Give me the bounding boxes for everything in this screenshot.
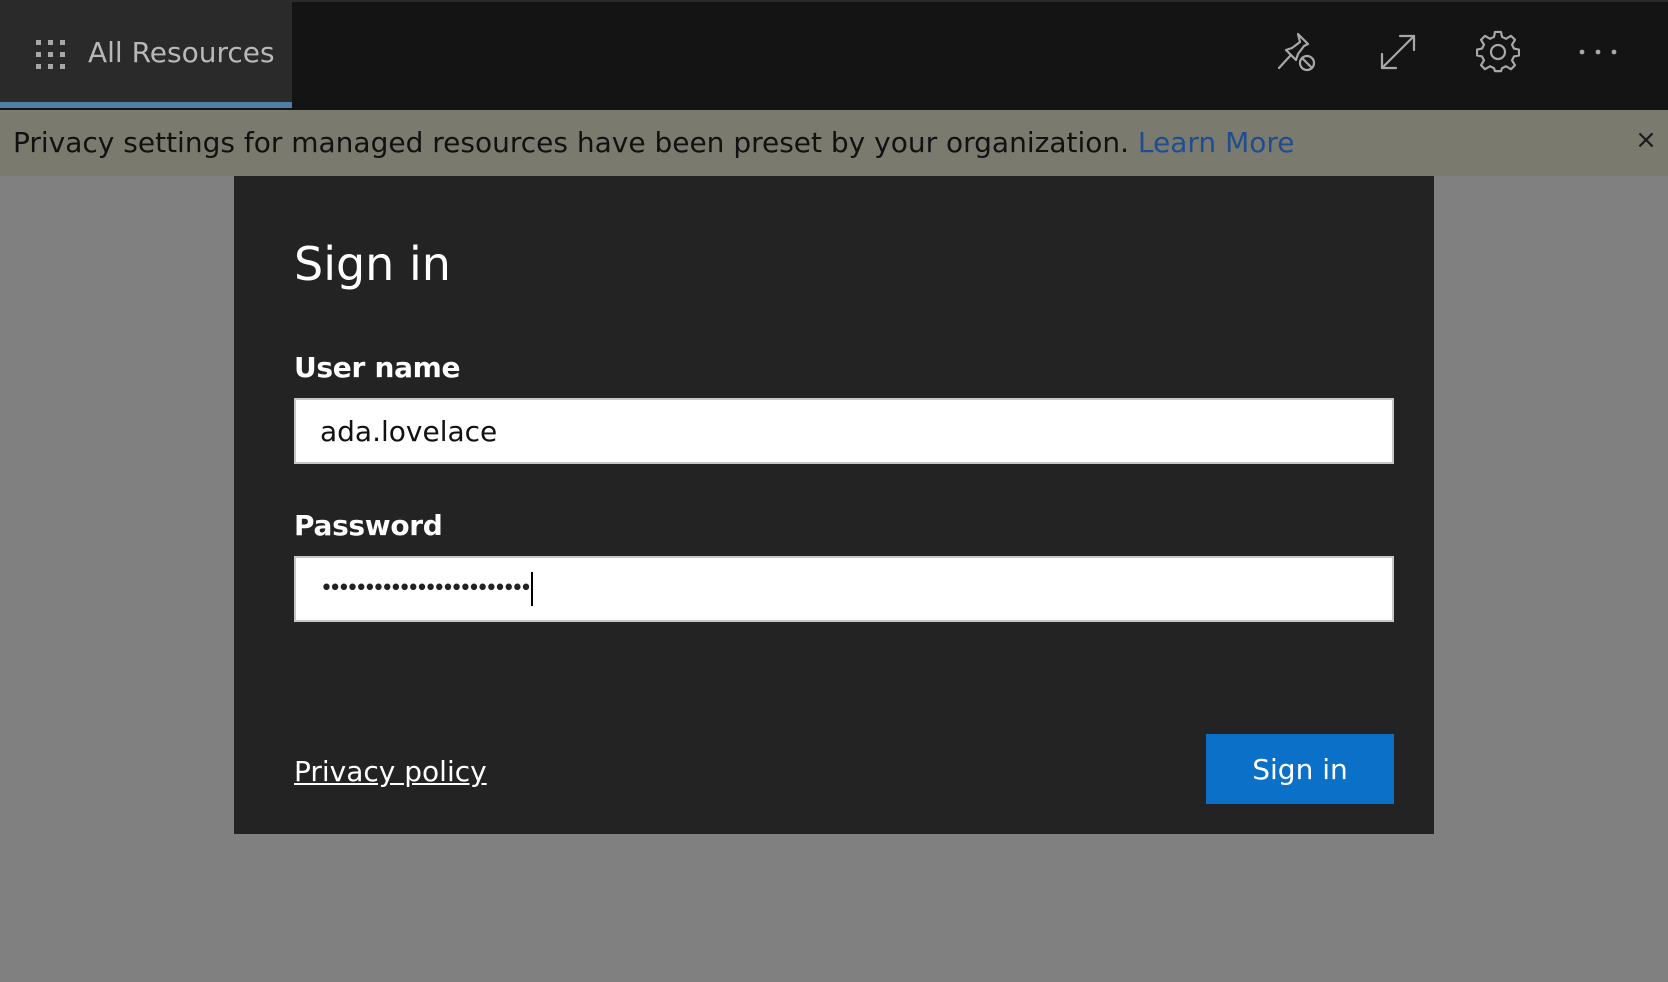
username-label: User name: [294, 351, 461, 384]
dialog-title: Sign in: [294, 237, 451, 291]
password-label: Password: [294, 509, 443, 542]
password-dots: ••••••••••••••••••••••••: [320, 576, 533, 601]
banner-message: Privacy settings for managed resources h…: [13, 126, 1130, 159]
app-title[interactable]: All Resources: [88, 33, 275, 73]
waffle-icon[interactable]: [36, 40, 66, 70]
username-field[interactable]: [294, 398, 1394, 464]
password-mask: ••••••••••••••••••••••••: [320, 572, 534, 606]
gear-icon[interactable]: [1476, 30, 1520, 74]
learn-more-link[interactable]: Learn More: [1138, 126, 1295, 159]
active-tab-indicator: [0, 102, 292, 108]
more-icon[interactable]: [1576, 30, 1620, 74]
banner-text: Privacy settings for managed resources h…: [13, 123, 1295, 163]
text-caret: [531, 572, 534, 606]
expand-icon[interactable]: [1376, 30, 1420, 74]
sign-in-button[interactable]: Sign in: [1206, 734, 1394, 804]
app-launcher-tab[interactable]: All Resources: [0, 2, 292, 108]
privacy-policy-link[interactable]: Privacy policy: [294, 752, 487, 792]
unpin-icon[interactable]: [1274, 30, 1318, 74]
top-bar: All Resources: [0, 0, 1668, 110]
sign-in-dialog: Sign in User name Password •••••••••••••…: [234, 176, 1434, 834]
close-icon[interactable]: ×: [1632, 125, 1660, 155]
password-field[interactable]: ••••••••••••••••••••••••: [294, 556, 1394, 622]
privacy-banner: Privacy settings for managed resources h…: [0, 110, 1668, 176]
